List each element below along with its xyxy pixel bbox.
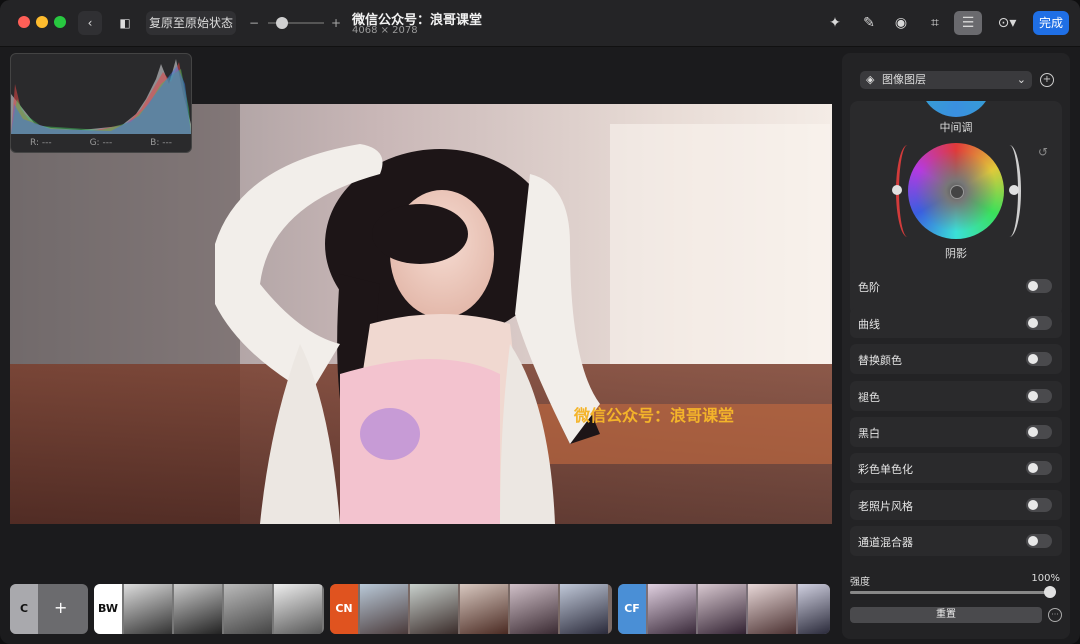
toolbar: ‹ ◧ 复原至原始状态 − + 微信公众号：浪哥课堂 4068 × 2078 ✦…	[0, 0, 1080, 47]
filter-group-tag: BW	[94, 584, 122, 634]
adjustment-row-color-monochrome[interactable]: 彩色单色化	[850, 453, 1062, 483]
filter-thumbnail[interactable]	[460, 584, 508, 634]
zoom-slider[interactable]	[268, 17, 324, 29]
intensity-label: 强度	[850, 577, 870, 588]
adjustment-row-black-white[interactable]: 黑白	[850, 417, 1062, 447]
adjust-icon[interactable]: ☰	[954, 11, 982, 35]
photo-illustration	[10, 104, 832, 524]
red-eye-icon[interactable]: ◉	[888, 11, 914, 35]
close-window-button[interactable]	[18, 16, 30, 28]
adjustment-label: 黑白	[858, 427, 880, 440]
midtones-wheel-edge	[920, 101, 992, 117]
crop-icon[interactable]: ⌗	[922, 11, 948, 35]
done-button[interactable]: 完成	[1033, 11, 1069, 35]
filter-thumbnail[interactable]	[360, 584, 408, 634]
intensity-value: 100%	[1031, 573, 1060, 584]
midtones-label: 中间调	[939, 121, 973, 134]
filter-group-tag: CF	[618, 584, 646, 634]
zoom-in-button[interactable]: +	[328, 11, 344, 35]
compare-button[interactable]: ◧	[110, 11, 140, 35]
curves-toggle[interactable]	[1026, 316, 1052, 330]
shadows-luminance-knob-right[interactable]	[1009, 185, 1019, 195]
intensity-slider-knob[interactable]	[1044, 586, 1056, 598]
document-dimensions: 4068 × 2078	[352, 25, 418, 36]
filter-thumbnail[interactable]	[274, 584, 322, 634]
more-icon[interactable]: ···	[1048, 608, 1062, 622]
minimize-window-button[interactable]	[36, 16, 48, 28]
adjustment-label: 曲线	[858, 318, 880, 331]
adjustment-row-fade[interactable]: 褪色	[850, 381, 1062, 411]
filter-group-tag: CN	[330, 584, 358, 634]
adjustment-label: 老照片风格	[858, 500, 913, 513]
revert-button[interactable]: 复原至原始状态	[146, 11, 236, 35]
adjustment-label: 褪色	[858, 391, 880, 404]
filter-thumbnail[interactable]	[798, 584, 830, 634]
zoom-window-button[interactable]	[54, 16, 66, 28]
app-window: ‹ ◧ 复原至原始状态 − + 微信公众号：浪哥课堂 4068 × 2078 ✦…	[0, 0, 1080, 644]
filter-thumbnail[interactable]	[648, 584, 696, 634]
filter-thumbnail[interactable]	[748, 584, 796, 634]
zoom-out-button[interactable]: −	[246, 11, 262, 35]
add-layer-icon[interactable]: +	[1040, 73, 1054, 87]
adjustments-panel: ◈ 图像图层 ⌄ + 中间调 ↺ 阴影 色阶 曲线 替换颜色 褪色 黑白 彩色单…	[842, 53, 1070, 639]
adjustment-row-channel-mixer[interactable]: 通道混合器	[850, 526, 1062, 556]
more-options-icon[interactable]: ⊙▾	[990, 11, 1024, 35]
histogram-graph	[11, 59, 191, 134]
filter-group-c[interactable]: C +	[10, 584, 88, 634]
replace-color-toggle[interactable]	[1026, 352, 1052, 366]
histogram-b-value: B: ---	[150, 138, 172, 148]
zoom-slider-knob[interactable]	[276, 17, 288, 29]
filter-thumbnail[interactable]	[224, 584, 272, 634]
sepia-toggle[interactable]	[1026, 498, 1052, 512]
color-monochrome-toggle[interactable]	[1026, 461, 1052, 475]
histogram-g-value: G: ---	[89, 138, 113, 148]
back-button[interactable]: ‹	[78, 11, 102, 35]
shadows-wheel-center[interactable]	[950, 185, 964, 199]
histogram-values: R: --- G: --- B: ---	[11, 138, 191, 148]
fade-toggle[interactable]	[1026, 389, 1052, 403]
auto-enhance-icon[interactable]: ✦	[822, 11, 848, 35]
reset-wheel-icon[interactable]: ↺	[1038, 145, 1048, 159]
filter-thumbnail[interactable]	[174, 584, 222, 634]
filter-thumbnail[interactable]	[698, 584, 746, 634]
filter-thumbnail[interactable]	[560, 584, 608, 634]
adjustment-row-sepia[interactable]: 老照片风格	[850, 490, 1062, 520]
filter-group-tag: C	[10, 584, 38, 634]
retouch-icon[interactable]: ✎	[856, 11, 882, 35]
intensity-slider-fill	[850, 591, 1056, 594]
adjustment-row-replace-color[interactable]: 替换颜色	[850, 344, 1062, 374]
layer-select-value: 图像图层	[882, 73, 926, 86]
filter-group-bw[interactable]: BW	[94, 584, 324, 634]
layers-icon: ◈	[866, 73, 875, 86]
adjustment-row-levels[interactable]: 色阶	[850, 271, 1062, 301]
adjustment-label: 彩色单色化	[858, 463, 913, 476]
adjustment-label: 通道混合器	[858, 536, 913, 549]
chevron-down-icon: ⌄	[1016, 73, 1026, 86]
reset-button[interactable]: 重置	[850, 607, 1042, 623]
shadows-label: 阴影	[945, 247, 967, 260]
histogram-panel: R: --- G: --- B: ---	[10, 53, 192, 153]
adjustment-label: 色阶	[858, 281, 880, 294]
adjustment-label: 替换颜色	[858, 354, 902, 367]
adjustment-row-curves[interactable]: 曲线	[850, 308, 1062, 338]
edited-photo[interactable]: 微信公众号：浪哥课堂	[10, 104, 832, 524]
filter-thumbnail[interactable]	[410, 584, 458, 634]
split-view-icon: ◧	[119, 16, 131, 30]
channel-mixer-toggle[interactable]	[1026, 534, 1052, 548]
filter-group-cn[interactable]: CN	[330, 584, 612, 634]
filter-group-cf[interactable]: CF	[618, 584, 830, 634]
layer-select[interactable]: ◈ 图像图层 ⌄	[860, 71, 1032, 89]
levels-toggle[interactable]	[1026, 279, 1052, 293]
add-filter-icon[interactable]: +	[54, 598, 67, 617]
intensity-slider[interactable]	[850, 586, 1056, 598]
histogram-r-value: R: ---	[29, 138, 52, 148]
filter-thumbnail[interactable]	[124, 584, 172, 634]
watermark-text: 微信公众号：浪哥课堂	[574, 406, 735, 425]
chevron-left-icon: ‹	[87, 16, 93, 30]
filter-thumbnail[interactable]	[510, 584, 558, 634]
shadows-luminance-knob-left[interactable]	[892, 185, 902, 195]
black-white-toggle[interactable]	[1026, 425, 1052, 439]
